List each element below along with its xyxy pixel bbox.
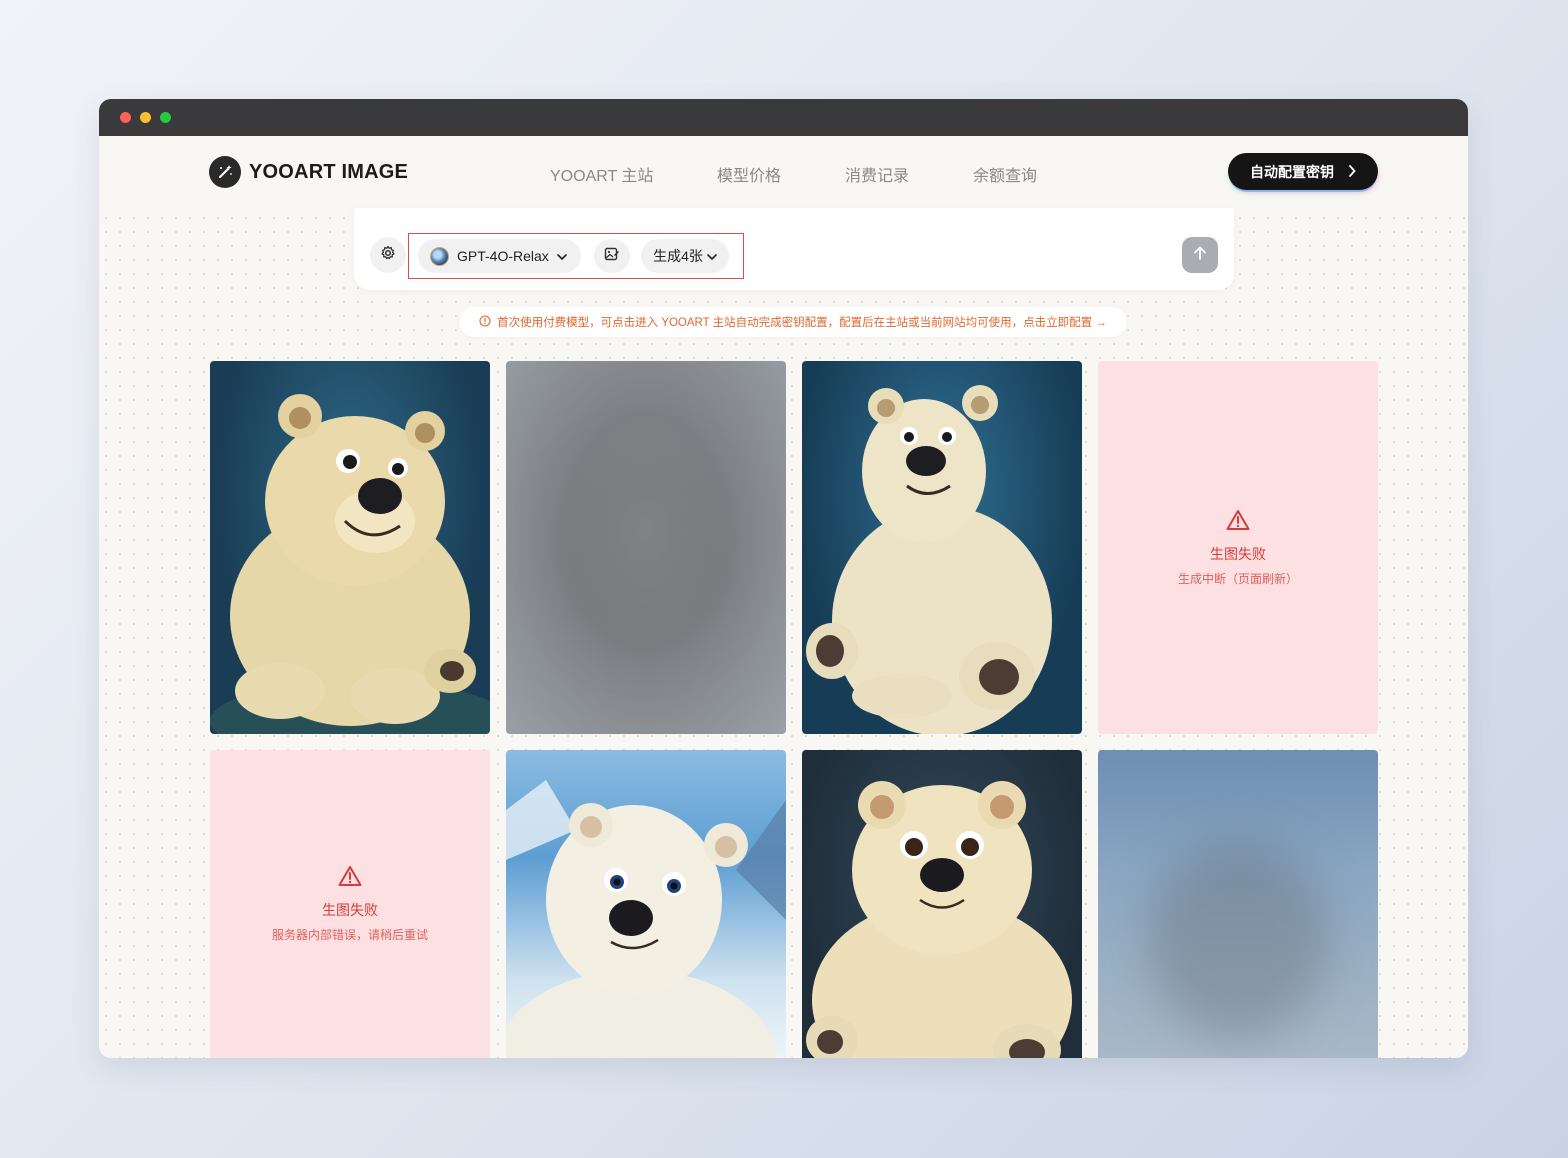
model-globe-icon <box>430 246 449 266</box>
failure-reason: 服务器内部错误，请稍后重试 <box>271 928 428 942</box>
app-name: YOOART IMAGE <box>249 160 409 183</box>
model-label: GPT-4O-Relax <box>457 248 549 264</box>
minimize-window-button[interactable] <box>140 112 151 123</box>
gear-icon <box>380 245 396 266</box>
model-selector[interactable]: GPT-4O-Relax <box>418 239 581 273</box>
setup-notice[interactable]: 首次使用付费模型，可点击进入 YOOART 主站自动完成密钥配置，配置后在主站或… <box>459 307 1127 337</box>
nav-item-yooart-home[interactable]: YOOART 主站 <box>550 162 653 186</box>
auto-configure-key-button[interactable]: 自动配置密钥 <box>1228 153 1378 190</box>
browser-window: YOOART IMAGE YOOART 主站 模型价格 消费记录 余额查询 自动… <box>99 99 1468 1058</box>
gallery-image-polar-bear[interactable] <box>802 750 1082 1058</box>
gallery-image-blurred[interactable] <box>1098 750 1378 1058</box>
failure-title: 生图失败 <box>1210 545 1266 562</box>
generation-options-group: GPT-4O-Relax 生成4张 <box>408 233 744 279</box>
failure-reason: 生成中断（页面刷新） <box>1177 571 1298 586</box>
blur-placeholder <box>556 451 736 651</box>
nav-item-model-pricing[interactable]: 模型价格 <box>717 162 781 186</box>
maximize-window-button[interactable] <box>160 112 171 123</box>
blur-placeholder <box>1148 840 1328 1040</box>
close-window-button[interactable] <box>120 112 131 123</box>
send-button[interactable] <box>1182 237 1218 273</box>
site-header: YOOART IMAGE YOOART 主站 模型价格 消费记录 余额查询 自动… <box>99 136 1468 208</box>
notice-text: 首次使用付费模型，可点击进入 YOOART 主站自动完成密钥配置，配置后在主站或… <box>497 317 1107 329</box>
arrow-up-icon <box>1192 245 1208 266</box>
settings-button[interactable] <box>370 237 406 273</box>
window-titlebar <box>99 99 1468 136</box>
gallery-image-polar-bear[interactable] <box>210 361 490 734</box>
polar-bear-illustration <box>210 394 490 734</box>
failure-title: 生图失败 <box>322 902 378 918</box>
info-icon <box>479 314 491 330</box>
warning-icon <box>1226 509 1250 536</box>
count-label: 生成4张 <box>653 248 703 264</box>
image-edit-icon <box>604 246 620 267</box>
warning-icon <box>338 865 362 892</box>
image-count-selector[interactable]: 生成4张 <box>641 239 729 273</box>
polar-bear-illustration <box>806 781 1072 1058</box>
polar-bear-illustration <box>806 385 1052 734</box>
polar-bear-illustration <box>506 780 786 1058</box>
chevron-down-icon <box>707 248 717 264</box>
nav-item-usage-records[interactable]: 消费记录 <box>845 162 909 186</box>
prompt-composer: GPT-4O-Relax 生成4张 <box>354 208 1234 290</box>
chevron-right-icon <box>1348 164 1356 180</box>
image-edit-button[interactable] <box>594 239 630 273</box>
gallery-image-polar-bear[interactable] <box>506 750 786 1058</box>
logo[interactable]: YOOART IMAGE <box>209 156 408 188</box>
gallery-image-blurred[interactable] <box>506 361 786 734</box>
cta-label: 自动配置密钥 <box>1250 163 1334 180</box>
magic-wand-icon <box>209 156 241 188</box>
chevron-down-icon <box>557 248 567 264</box>
gallery-image-polar-bear[interactable] <box>802 361 1082 734</box>
gallery-item-failed[interactable]: 生图失败 生成中断（页面刷新） <box>1098 361 1378 734</box>
gallery-item-failed[interactable]: 生图失败 服务器内部错误，请稍后重试 <box>210 750 490 1058</box>
nav-item-balance-check[interactable]: 余额查询 <box>973 162 1037 186</box>
